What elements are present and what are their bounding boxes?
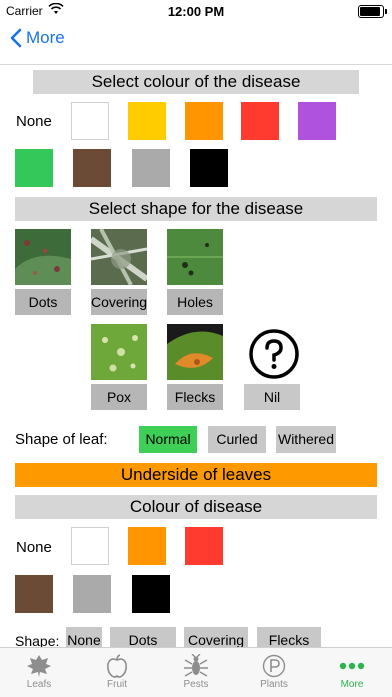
underside-swatch-grey[interactable] (73, 575, 111, 613)
swatch-brown[interactable] (73, 149, 111, 187)
question-circle-icon[interactable] (248, 328, 300, 380)
apple-icon (78, 653, 156, 679)
battery-icon (358, 5, 387, 18)
holes-leaf-photo[interactable] (167, 229, 223, 285)
leaf-shape-normal-button[interactable]: Normal (139, 426, 197, 453)
shape-covering-button[interactable]: Covering (91, 289, 147, 315)
leaf-shape-curled-button[interactable]: Curled (208, 426, 266, 453)
shape-dots-button[interactable]: Dots (15, 289, 71, 315)
tab-plants[interactable]: Plants (235, 648, 313, 697)
bug-icon (157, 653, 235, 679)
swatch-black[interactable] (190, 149, 228, 187)
tab-fruit-label: Fruit (107, 679, 127, 690)
back-label: More (26, 28, 65, 47)
leaf-shape-label: Shape of leaf: (15, 431, 108, 448)
chevron-left-icon (10, 28, 22, 48)
colour-section-title: Select colour of the disease (33, 70, 359, 94)
shape-section-title: Select shape for the disease (15, 197, 377, 221)
tab-more[interactable]: More (313, 648, 391, 697)
swatch-grey[interactable] (132, 149, 170, 187)
clock: 12:00 PM (167, 4, 225, 19)
shape-holes-button[interactable]: Holes (167, 289, 223, 315)
back-button[interactable]: More (10, 28, 65, 48)
tab-fruit[interactable]: Fruit (78, 648, 156, 697)
tab-pests-label: Pests (183, 679, 209, 690)
shape-pox-button[interactable]: Pox (91, 384, 147, 410)
underside-swatch-black[interactable] (132, 575, 170, 613)
tab-pests[interactable]: Pests (157, 648, 235, 697)
swatch-yellow[interactable] (128, 102, 166, 140)
leaf-shape-withered-button[interactable]: Withered (276, 426, 336, 453)
underside-colour-title: Colour of disease (15, 495, 377, 519)
tab-leafs-label: Leafs (26, 679, 52, 690)
tab-plants-label: Plants (260, 679, 288, 690)
underside-none-option[interactable]: None (16, 539, 52, 556)
swatch-orange[interactable] (185, 102, 223, 140)
underside-shape-covering-button[interactable]: Covering (184, 627, 248, 649)
tab-more-label: More (340, 679, 364, 690)
dots-leaf-photo[interactable] (15, 229, 71, 285)
swatch-green[interactable] (15, 149, 53, 187)
swatch-white[interactable] (71, 102, 109, 140)
tab-leafs[interactable]: Leafs (0, 648, 78, 697)
flecks-leaf-photo[interactable] (167, 324, 223, 380)
leaf-icon (0, 653, 78, 679)
status-bar: Carrier 12:00 PM (0, 0, 392, 22)
more-dots-icon (313, 653, 391, 679)
plant-p-icon (235, 653, 313, 679)
colour-none-option[interactable]: None (16, 113, 52, 130)
underside-shape-flecks-button[interactable]: Flecks (257, 627, 321, 649)
tab-bar: Leafs Fruit Pests Plants More (0, 647, 392, 697)
covering-leaf-photo[interactable] (91, 229, 147, 285)
underside-swatch-brown[interactable] (15, 575, 53, 613)
shape-flecks-button[interactable]: Flecks (167, 384, 223, 410)
navigation-bar: More (0, 22, 392, 65)
underside-swatch-orange[interactable] (128, 527, 166, 565)
underside-shape-none-button[interactable]: None (66, 627, 102, 649)
pox-leaf-photo[interactable] (91, 324, 147, 380)
underside-shape-dots-button[interactable]: Dots (110, 627, 176, 649)
underside-swatch-white[interactable] (71, 527, 109, 565)
shape-nil-button[interactable]: Nil (244, 384, 300, 410)
swatch-purple[interactable] (298, 102, 336, 140)
underside-swatch-red[interactable] (185, 527, 223, 565)
underside-section-title: Underside of leaves (15, 463, 377, 487)
swatch-red[interactable] (241, 102, 279, 140)
